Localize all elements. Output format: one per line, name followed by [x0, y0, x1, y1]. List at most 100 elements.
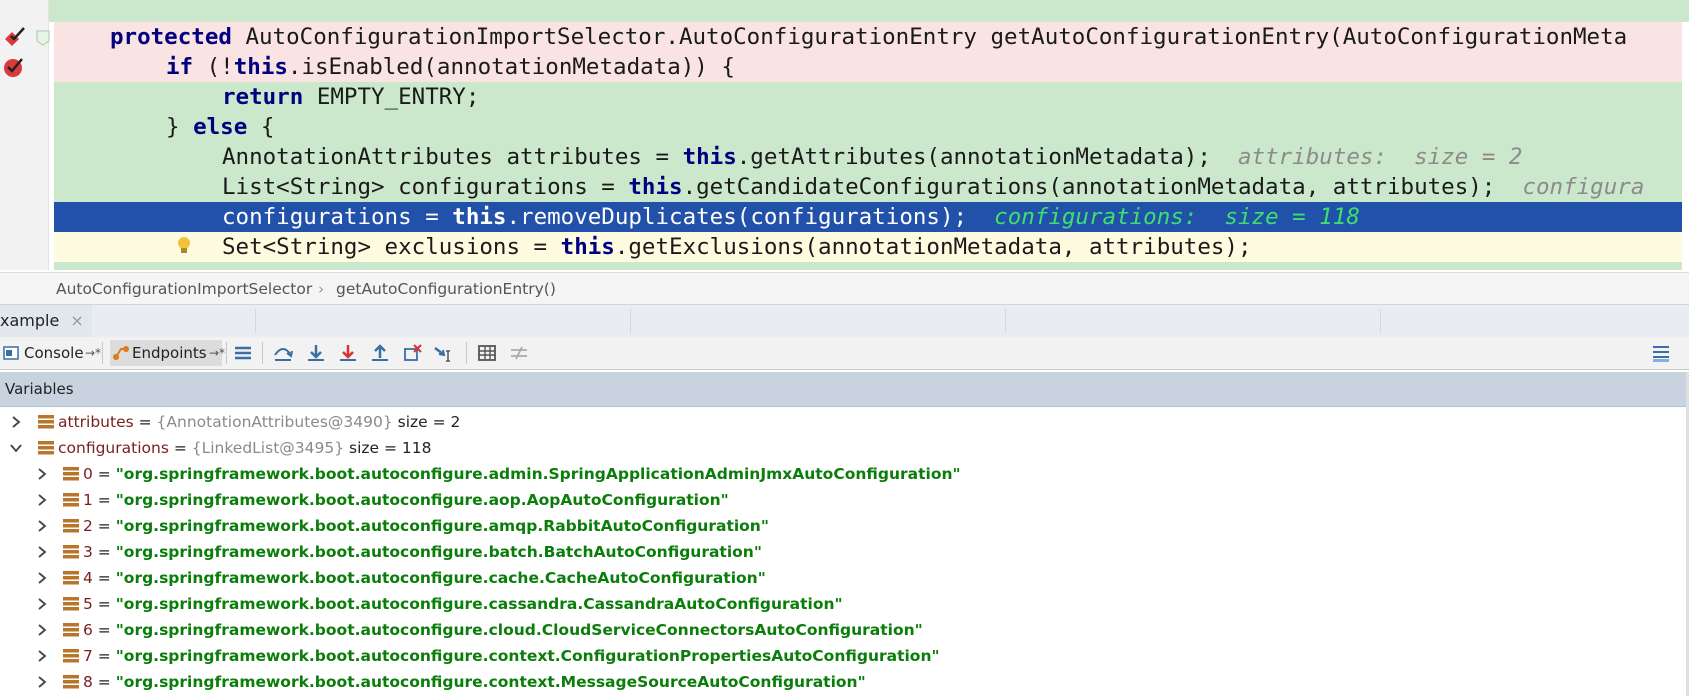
code-area[interactable]: protected AutoConfigurationImportSelecto…	[54, 0, 1682, 270]
item-equals: =	[92, 517, 116, 535]
code-line-attributes[interactable]: AnnotationAttributes attributes = this.g…	[54, 142, 1682, 172]
variable-name: attributes	[58, 413, 134, 431]
inline-value-hint: configurations: size = 118	[994, 204, 1360, 230]
inline-value-hint: configura	[1522, 174, 1645, 200]
item-index: 3	[83, 543, 93, 561]
chevron-down-icon[interactable]	[10, 442, 22, 454]
variable-name: configurations	[58, 439, 169, 457]
toolbar-divider	[466, 342, 467, 364]
code-keyword: protected	[110, 24, 232, 50]
item-index: 4	[83, 569, 93, 587]
code-text: }	[166, 114, 194, 140]
chevron-right-icon[interactable]	[36, 546, 48, 558]
chevron-right-icon[interactable]	[36, 494, 48, 506]
item-equals: =	[92, 465, 116, 483]
breakpoint-check-icon[interactable]	[2, 26, 26, 50]
code-line-if[interactable]: if (!this.isEnabled(annotationMetadata))…	[54, 52, 1682, 82]
item-value: "org.springframework.boot.autoconfigure.…	[115, 569, 766, 587]
code-text: .getAttributes(annotationMetadata);	[736, 144, 1211, 170]
field-icon	[63, 467, 79, 481]
breadcrumb-method[interactable]: getAutoConfigurationEntry()	[336, 273, 556, 305]
debug-session-tabs: xample ×	[0, 304, 1689, 338]
field-icon	[63, 519, 79, 533]
item-value: "org.springframework.boot.autoconfigure.…	[115, 595, 843, 613]
toolbar-divider	[102, 342, 103, 364]
chevron-right-icon[interactable]	[36, 572, 48, 584]
chevron-right-icon[interactable]	[10, 416, 22, 428]
chevron-right-icon[interactable]	[36, 520, 48, 532]
debug-session-tab[interactable]: xample ×	[0, 305, 92, 337]
code-keyword: this	[452, 204, 507, 230]
item-value: "org.springframework.boot.autoconfigure.…	[115, 543, 762, 561]
run-to-cursor-icon[interactable]	[433, 343, 455, 363]
chevron-right-icon[interactable]	[36, 676, 48, 688]
code-editor[interactable]: protected AutoConfigurationImportSelecto…	[0, 0, 1689, 270]
item-index: 8	[83, 673, 93, 691]
item-index: 0	[83, 465, 93, 483]
endpoints-tab[interactable]: Endpoints →*	[110, 340, 225, 366]
code-text: List<String> configurations =	[222, 174, 629, 200]
field-icon	[38, 441, 54, 455]
item-equals: =	[92, 491, 116, 509]
field-icon	[63, 545, 79, 559]
code-text: .getExclusions(annotationMetadata, attri…	[614, 234, 1252, 260]
pin-icon[interactable]: →*	[85, 340, 101, 366]
drop-frame-icon[interactable]	[401, 343, 423, 363]
code-line-return[interactable]: return EMPTY_ENTRY;	[54, 82, 1682, 112]
evaluate-expression-icon[interactable]	[476, 343, 498, 363]
item-equals: =	[92, 569, 116, 587]
variables-title: Variables	[5, 380, 74, 398]
tab-divider	[255, 309, 256, 333]
item-equals: =	[92, 543, 116, 561]
trace-stream-icon[interactable]	[508, 343, 530, 363]
step-over-icon[interactable]	[272, 343, 294, 363]
console-icon	[3, 346, 19, 360]
lightbulb-icon[interactable]	[176, 236, 192, 256]
item-value: "org.springframework.boot.autoconfigure.…	[115, 465, 961, 483]
code-keyword: this	[628, 174, 683, 200]
code-keyword: else	[193, 114, 248, 140]
code-line-else[interactable]: } else {	[54, 112, 1682, 142]
variable-equals: =	[168, 439, 192, 457]
item-equals: =	[92, 621, 116, 639]
tab-divider	[630, 309, 631, 333]
code-keyword: return	[222, 84, 304, 110]
chevron-right-icon[interactable]	[36, 650, 48, 662]
breadcrumb-class[interactable]: AutoConfigurationImportSelector	[56, 273, 312, 305]
field-icon	[63, 649, 79, 663]
code-text: configurations =	[222, 204, 453, 230]
item-index: 2	[83, 517, 93, 535]
step-into-icon[interactable]	[305, 343, 327, 363]
item-value: "org.springframework.boot.autoconfigure.…	[115, 491, 729, 509]
chevron-right-icon[interactable]	[36, 598, 48, 610]
variable-equals: =	[133, 413, 157, 431]
close-icon[interactable]: ×	[70, 311, 83, 330]
item-index: 1	[83, 491, 93, 509]
step-out-icon[interactable]	[369, 343, 391, 363]
breadcrumb: AutoConfigurationImportSelector › getAut…	[0, 272, 1689, 305]
code-line-current-execution[interactable]: configurations = this.removeDuplicates(c…	[54, 202, 1682, 232]
toolbar-divider	[262, 342, 263, 364]
code-line-method[interactable]: protected AutoConfigurationImportSelecto…	[54, 22, 1682, 52]
variables-tree[interactable]: attributes = {AnnotationAttributes@3490}…	[0, 409, 1689, 696]
item-value: "org.springframework.boot.autoconfigure.…	[115, 621, 923, 639]
chevron-right-icon[interactable]	[36, 468, 48, 480]
editor-gutter[interactable]	[0, 0, 50, 270]
layout-settings-icon[interactable]	[1650, 343, 1672, 363]
field-icon	[63, 623, 79, 637]
code-text: Set<String> exclusions =	[222, 234, 561, 260]
variable-size: size = 2	[392, 413, 461, 431]
show-frames-icon[interactable]	[232, 343, 254, 363]
breakpoint-check-icon[interactable]	[2, 55, 26, 79]
endpoints-icon	[113, 346, 129, 360]
force-step-into-icon[interactable]	[337, 343, 359, 363]
bookmark-fold-icon[interactable]	[36, 30, 50, 46]
chevron-right-icon[interactable]	[36, 624, 48, 636]
code-line-exclusions[interactable]: Set<String> exclusions = this.getExclusi…	[54, 232, 1682, 262]
tab-divider	[1380, 309, 1381, 333]
code-line-configurations[interactable]: List<String> configurations = this.getCa…	[54, 172, 1682, 202]
code-keyword: this	[560, 234, 615, 260]
field-icon	[63, 675, 79, 689]
pin-icon[interactable]: →*	[209, 340, 225, 366]
variable-size: size = 118	[344, 439, 432, 457]
